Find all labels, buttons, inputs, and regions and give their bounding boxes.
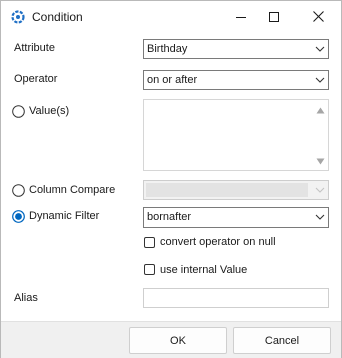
chevron-down-icon — [315, 77, 325, 83]
alias-label: Alias — [14, 292, 38, 304]
values-radio[interactable] — [12, 105, 25, 118]
column-compare-disabled-fill — [146, 183, 308, 197]
ok-button[interactable]: OK — [129, 327, 227, 354]
condition-ring-icon — [11, 10, 25, 24]
chevron-down-icon — [315, 46, 325, 52]
alias-input[interactable] — [143, 288, 329, 308]
window-title: Condition — [32, 10, 83, 24]
attribute-label: Attribute — [14, 42, 55, 54]
operator-value: on or after — [147, 74, 198, 86]
chevron-down-icon — [315, 187, 325, 193]
dynamic-filter-label: Dynamic Filter — [29, 210, 100, 222]
attribute-value: Birthday — [147, 43, 188, 55]
dynamic-filter-value: bornafter — [147, 211, 192, 223]
column-compare-radio[interactable] — [12, 184, 25, 197]
column-compare-label: Column Compare — [29, 184, 116, 196]
dynamic-filter-radio[interactable] — [12, 210, 25, 223]
column-compare-dropdown — [143, 180, 329, 200]
chevron-down-icon — [315, 214, 325, 220]
use-internal-value-label: use internal Value — [160, 264, 248, 276]
minimize-button[interactable] — [224, 1, 258, 32]
use-internal-value-checkbox[interactable] — [144, 264, 155, 275]
close-button[interactable] — [301, 1, 335, 32]
condition-dialog: Condition Attribute Birthday Operator on… — [0, 0, 342, 358]
minimize-icon — [236, 16, 246, 18]
close-icon — [312, 11, 324, 22]
attribute-dropdown[interactable]: Birthday — [143, 39, 329, 59]
values-textarea[interactable] — [143, 99, 329, 171]
values-label: Value(s) — [29, 105, 70, 117]
dialog-footer: OK Cancel — [1, 321, 341, 358]
convert-operator-label: convert operator on null — [160, 236, 276, 248]
maximize-button[interactable] — [257, 1, 291, 32]
title-bar: Condition — [1, 1, 341, 32]
scroll-down-icon[interactable] — [316, 158, 325, 165]
operator-dropdown[interactable]: on or after — [143, 70, 329, 90]
scroll-up-icon[interactable] — [316, 107, 325, 114]
convert-operator-checkbox[interactable] — [144, 237, 155, 248]
maximize-icon — [269, 11, 279, 22]
dynamic-filter-dropdown[interactable]: bornafter — [143, 207, 329, 228]
operator-label: Operator — [14, 73, 58, 85]
cancel-button[interactable]: Cancel — [233, 327, 331, 354]
